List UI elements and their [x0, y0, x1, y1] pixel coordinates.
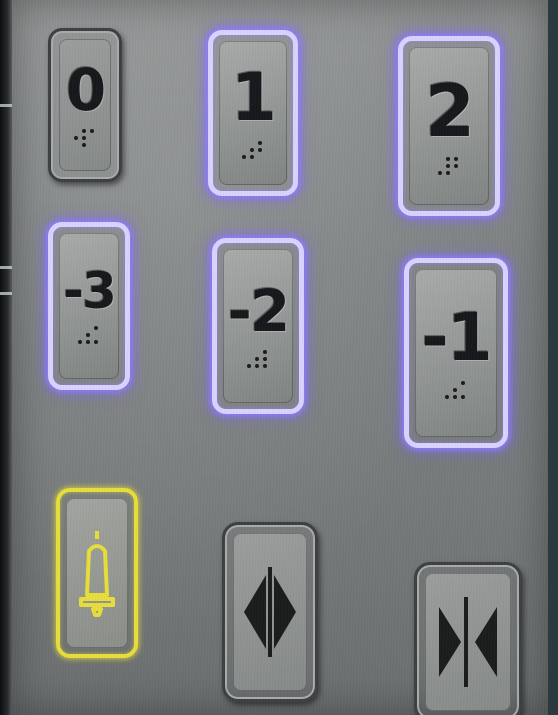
- floor-button-minus-3[interactable]: -3: [48, 222, 130, 390]
- braille-dots: [246, 350, 270, 370]
- floor-button-1[interactable]: 1: [208, 30, 298, 196]
- braille-dots: [77, 326, 101, 346]
- floor-button-minus-2[interactable]: -2: [212, 238, 304, 414]
- elevator-keypad-panel: 0 1 2 -3 -2 -1: [12, 0, 548, 715]
- floor-button-minus-1[interactable]: -1: [404, 258, 508, 448]
- floor-label: -1: [421, 299, 492, 376]
- floor-label: 0: [65, 56, 106, 124]
- door-close-button[interactable]: [414, 562, 522, 715]
- elevator-photo: 0 1 2 -3 -2 -1: [0, 0, 558, 715]
- floor-button-2[interactable]: 2: [398, 36, 500, 216]
- alarm-bell-icon: [79, 531, 115, 617]
- alarm-button[interactable]: [56, 488, 138, 658]
- braille-dots: [444, 381, 468, 401]
- door-close-icon: [439, 597, 497, 687]
- braille-dots: [73, 129, 97, 149]
- frame-edge: [548, 0, 558, 715]
- door-open-button[interactable]: [222, 522, 318, 702]
- floor-label: -2: [227, 277, 290, 345]
- floor-button-0[interactable]: 0: [48, 28, 122, 182]
- floor-label: 1: [231, 59, 277, 136]
- door-open-icon: [244, 567, 296, 657]
- floor-label: -3: [63, 262, 117, 320]
- braille-dots: [437, 157, 461, 177]
- braille-dots: [241, 141, 265, 161]
- floor-label: 2: [424, 69, 475, 153]
